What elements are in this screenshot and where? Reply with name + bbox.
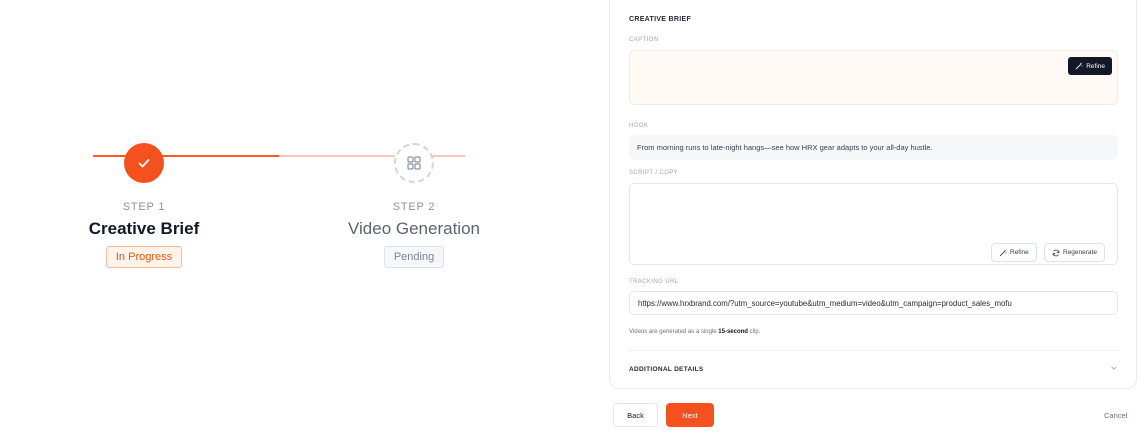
back-button[interactable]: Back <box>613 403 658 427</box>
script-field[interactable]: Refine Regenerate <box>629 183 1118 265</box>
hook-label: HOOK <box>629 123 649 129</box>
tracking-url-value: https://www.hrxbrand.com/?utm_source=you… <box>638 299 1012 308</box>
magic-wand-icon <box>1075 62 1083 70</box>
step-number: STEP 2 <box>392 201 436 213</box>
divider <box>629 350 1118 351</box>
cancel-button[interactable]: Cancel <box>1104 411 1127 420</box>
duration-note: Videos are generated as a single 15-seco… <box>629 329 760 335</box>
progress-line-completed <box>93 155 279 157</box>
next-button[interactable]: Next <box>666 403 714 427</box>
magic-wand-icon <box>999 249 1007 256</box>
step-2-grid-icon <box>394 143 434 183</box>
tracking-url-label: TRACKING URL <box>629 279 679 285</box>
additional-details-toggle[interactable]: ADDITIONAL DETAILS <box>629 366 704 373</box>
refine-label: Refine <box>1010 249 1029 256</box>
step-title: Video Generation <box>347 219 480 238</box>
refresh-icon <box>1052 249 1060 256</box>
note-prefix: Videos are generated as a single <box>629 329 719 335</box>
progress-stepper: STEP 1 Creative Brief In Progress STEP 2… <box>0 0 600 433</box>
script-refine-button[interactable]: Refine <box>991 243 1037 262</box>
hook-field[interactable]: From morning runs to late-night hangs—se… <box>629 135 1118 160</box>
step-title: Creative Brief <box>88 219 200 238</box>
step-2: STEP 2 Video Generation Pending <box>324 200 504 268</box>
refine-label: Refine <box>1086 62 1105 70</box>
chevron-down-icon[interactable] <box>1110 364 1118 372</box>
step-1-check-icon <box>124 143 164 183</box>
note-emphasis: 15-second <box>718 329 748 335</box>
step-number: STEP 1 <box>122 201 166 213</box>
regenerate-label: Regenerate <box>1063 249 1097 256</box>
note-suffix: clip. <box>747 329 761 335</box>
regenerate-button[interactable]: Regenerate <box>1044 243 1105 262</box>
progress-line-upcoming <box>279 155 465 157</box>
script-label: SCRIPT / COPY <box>629 170 679 176</box>
status-badge: In Progress <box>105 246 183 268</box>
caption-refine-button[interactable]: Refine <box>1068 57 1112 75</box>
hook-value: From morning runs to late-night hangs—se… <box>637 143 933 152</box>
step-1: STEP 1 Creative Brief In Progress <box>54 200 234 268</box>
tracking-url-field[interactable]: https://www.hrxbrand.com/?utm_source=you… <box>629 291 1118 315</box>
caption-field[interactable]: Refine <box>629 50 1118 105</box>
status-badge: Pending <box>383 246 445 268</box>
caption-label: CAPTION <box>629 37 659 43</box>
creative-brief-card: CREATIVE BRIEF CAPTION Refine HOOK From … <box>609 0 1137 389</box>
section-title: CREATIVE BRIEF <box>629 16 692 23</box>
